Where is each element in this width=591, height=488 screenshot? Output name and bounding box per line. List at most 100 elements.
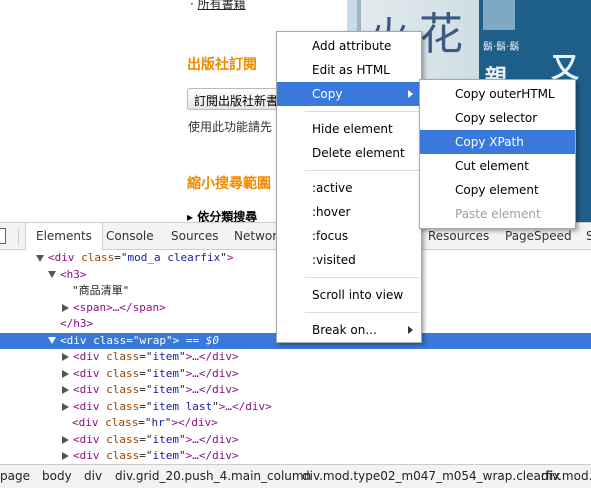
all-books-item: · 所有書籍: [190, 0, 246, 12]
menu-copy-selector[interactable]: Copy selector: [420, 106, 575, 130]
expand-right-icon[interactable]: [62, 402, 69, 411]
attribute-value[interactable]: item last: [153, 400, 213, 413]
tag-close: …</div>: [192, 383, 239, 396]
menu-copy-outerhtml[interactable]: Copy outerHTML: [420, 82, 575, 106]
tag-close: …</div>: [192, 449, 239, 462]
attribute-name[interactable]: class: [106, 367, 139, 380]
tag-open: <div: [73, 432, 100, 446]
tag-close: …</div>: [192, 432, 239, 446]
context-menu: Add attribute Edit as HTML Copy Hide ele…: [276, 31, 422, 343]
breadcrumb-bar: page body div div.grid_20.push_4.main_co…: [0, 464, 591, 488]
breadcrumb-main-column[interactable]: div.grid_20.push_4.main_column: [115, 465, 311, 487]
expand-right-icon[interactable]: [62, 452, 69, 460]
tag-open: <h3: [60, 267, 80, 281]
expand-right-icon[interactable]: [62, 353, 69, 361]
menu-divider: [305, 170, 419, 171]
expand-down-icon[interactable]: [48, 337, 56, 344]
attribute-value[interactable]: item: [153, 367, 180, 380]
tree-row[interactable]: <div class="item">…</div>: [0, 349, 591, 365]
subscribe-publisher-button[interactable]: 訂閱出版社新書: [187, 88, 287, 110]
attribute-name[interactable]: class: [81, 251, 114, 264]
book2-photo: [483, 0, 515, 30]
tag-close: </h3>: [60, 317, 94, 330]
attribute-value[interactable]: wrap: [140, 334, 167, 347]
breadcrumb-div[interactable]: div: [84, 465, 102, 487]
tab-overflow[interactable]: S: [586, 223, 591, 250]
all-books-link[interactable]: 所有書籍: [198, 0, 246, 11]
tree-row[interactable]: <div class="item">…</div>: [0, 448, 591, 464]
menu-copy[interactable]: Copy: [277, 82, 421, 106]
publisher-subscription-title: 出版社訂閱: [187, 57, 257, 73]
attribute-name[interactable]: class: [106, 433, 139, 446]
menu-hover[interactable]: :hover: [277, 200, 421, 224]
tag-close: …</span>: [112, 300, 166, 314]
tag-close: …</div>: [192, 350, 239, 363]
attribute-value[interactable]: mod_a clearfix: [128, 251, 221, 264]
narrow-search-title: 縮小搜尋範圍: [187, 176, 271, 192]
tab-console[interactable]: Console: [106, 223, 154, 250]
menu-scroll-into-view[interactable]: Scroll into view: [277, 283, 421, 307]
menu-cut-element[interactable]: Cut element: [420, 154, 575, 178]
breadcrumb-page[interactable]: page: [0, 465, 30, 487]
submenu-arrow-icon: [408, 90, 413, 98]
menu-visited[interactable]: :visited: [277, 248, 421, 272]
tag-open: <div: [73, 449, 100, 462]
attribute-name[interactable]: class: [105, 416, 138, 429]
book2-subtitle: 鬍·鬍·鬍: [483, 42, 520, 53]
expand-right-icon[interactable]: [62, 435, 69, 444]
attribute-value[interactable]: item: [153, 350, 180, 363]
category-search-link[interactable]: ▸ 依分類搜尋: [187, 208, 257, 222]
copy-submenu: Copy outerHTML Copy selector Copy XPath …: [419, 79, 576, 229]
expand-right-icon[interactable]: [62, 386, 69, 394]
console-ref-marker: == $0: [179, 333, 219, 347]
tag-close: </div>: [178, 416, 218, 429]
attribute-value[interactable]: hr: [152, 416, 165, 429]
expand-right-icon[interactable]: [62, 369, 69, 378]
expand-down-icon[interactable]: [48, 271, 56, 278]
menu-copy-element[interactable]: Copy element: [420, 178, 575, 202]
breadcrumb-body[interactable]: body: [42, 465, 72, 487]
tab-separator: [18, 229, 19, 245]
tab-sources[interactable]: Sources: [171, 223, 218, 250]
menu-add-attribute[interactable]: Add attribute: [277, 34, 421, 58]
expand-right-icon[interactable]: [62, 303, 69, 312]
tag-open: <div: [73, 366, 100, 380]
attribute-value[interactable]: item: [153, 383, 180, 396]
attribute-name[interactable]: class: [106, 449, 139, 462]
menu-edit-as-html[interactable]: Edit as HTML: [277, 58, 421, 82]
menu-delete-element[interactable]: Delete element: [277, 141, 421, 165]
tab-elements[interactable]: Elements: [25, 223, 103, 251]
menu-copy-xpath[interactable]: Copy XPath: [420, 130, 575, 154]
menu-break-on[interactable]: Break on...: [277, 318, 421, 342]
expand-down-icon[interactable]: [36, 254, 44, 262]
tree-row[interactable]: <div class="item">…</div>: [0, 366, 591, 382]
tag-open: <div: [73, 383, 100, 396]
tag-open: <span: [73, 300, 107, 314]
tree-row[interactable]: <div class="item">…</div>: [0, 432, 591, 448]
tag-open: <div: [73, 399, 100, 413]
submenu-arrow-icon: [408, 326, 413, 334]
menu-divider: [305, 277, 419, 278]
attribute-name[interactable]: class: [106, 350, 139, 363]
menu-focus[interactable]: :focus: [277, 224, 421, 248]
text-node: "商品清單": [72, 284, 130, 297]
tag-close: …</div>: [225, 399, 272, 413]
menu-paste-element: Paste element: [455, 207, 541, 221]
tag-open: <div: [48, 251, 75, 264]
attribute-value[interactable]: item: [153, 433, 180, 446]
attribute-name[interactable]: class: [93, 334, 126, 347]
category-search-label: 依分類搜尋: [197, 210, 258, 222]
login-hint: 使用此功能請先: [188, 120, 273, 134]
book1-glyph-2: 花: [419, 9, 463, 60]
breadcrumb-mod-t[interactable]: div.mod.t: [541, 465, 591, 487]
tree-row[interactable]: <div class="hr"></div>: [0, 415, 591, 431]
attribute-name[interactable]: class: [106, 383, 139, 396]
device-toggle-icon[interactable]: [0, 228, 6, 244]
attribute-name[interactable]: class: [106, 400, 139, 413]
breadcrumb-mod-wrap[interactable]: div.mod.type02_m047_m054_wrap.clearfix: [302, 465, 560, 487]
attribute-value[interactable]: item: [153, 449, 180, 462]
tree-row[interactable]: <div class="item last">…</div>: [0, 399, 591, 415]
tree-row[interactable]: <div class="item">…</div>: [0, 382, 591, 398]
menu-active[interactable]: :active: [277, 176, 421, 200]
menu-hide-element[interactable]: Hide element: [277, 117, 421, 141]
